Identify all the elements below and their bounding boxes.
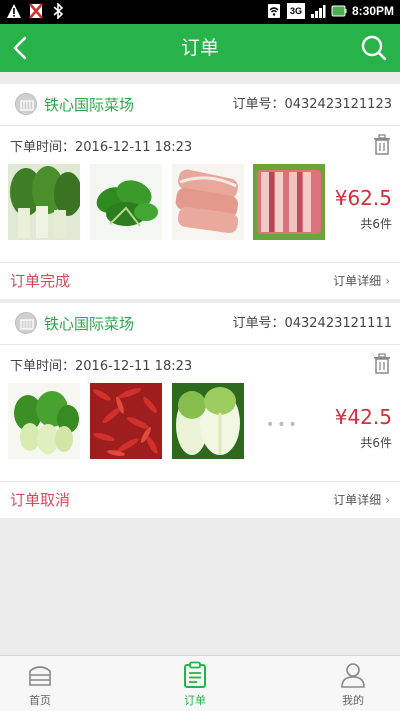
order-status: 订单完成	[10, 272, 71, 290]
shop-logo	[15, 312, 37, 334]
order-detail-label: 订单详细	[333, 274, 382, 288]
wifi-icon	[266, 3, 282, 19]
order-price: ¥62.5	[334, 186, 392, 210]
order-item-count: 共6件	[360, 436, 392, 450]
user-icon	[341, 663, 365, 688]
order-item-count: 共6件	[360, 217, 392, 231]
order-status: 订单取消	[10, 491, 71, 509]
nav-bar: 订单	[0, 24, 400, 72]
order-card: 铁心国际菜场 订单号：0432423121123 下单时间：2016-12-11…	[0, 84, 400, 299]
tab-profile[interactable]: 我的	[313, 656, 393, 711]
order-time: 下单时间：2016-12-11 18:23	[10, 359, 193, 374]
order-card-header: 铁心国际菜场 订单号：0432423121123	[0, 84, 400, 126]
trash-icon	[374, 353, 390, 374]
order-detail-link[interactable]: 订单详细 ›	[333, 263, 390, 299]
product-thumb-chinese-cabbage[interactable]	[8, 164, 80, 240]
more-items-indicator: •••	[266, 417, 300, 433]
order-time: 下单时间：2016-12-11 18:23	[10, 140, 193, 155]
tab-home[interactable]: 首页	[0, 656, 80, 711]
product-thumb-spinach[interactable]	[90, 164, 162, 240]
3g-signal-icon: 3G	[286, 3, 305, 19]
product-thumb-bok-choy[interactable]	[8, 383, 80, 459]
shop-logo	[15, 93, 37, 115]
shop-name[interactable]: 铁心国际菜场	[44, 303, 134, 345]
delete-order-button[interactable]	[372, 353, 392, 375]
chevron-right-icon: ›	[385, 274, 390, 288]
bottom-tab-bar: 首页 订单 我的	[0, 655, 400, 711]
status-time: 8:30PM	[351, 4, 394, 18]
chevron-right-icon: ›	[385, 493, 390, 507]
order-card-footer: 订单完成 订单详细 ›	[0, 263, 400, 299]
page-title: 订单	[180, 37, 219, 59]
order-card: 铁心国际菜场 订单号：0432423121111 下单时间：2016-12-11…	[0, 303, 400, 518]
order-number: 订单号：0432423121123	[232, 97, 392, 112]
home-icon	[29, 666, 51, 686]
signal-bars-icon	[310, 3, 326, 19]
shop-name[interactable]: 铁心国际菜场	[44, 84, 134, 126]
tab-label: 我的	[342, 694, 364, 707]
order-card-body[interactable]: 下单时间：2016-12-11 18:23 ¥62.5 共6件	[0, 126, 400, 263]
order-detail-link[interactable]: 订单详细 ›	[333, 482, 390, 518]
order-card-header: 铁心国际菜场 订单号：0432423121111	[0, 303, 400, 345]
order-card-footer: 订单取消 订单详细 ›	[0, 482, 400, 518]
order-price: ¥42.5	[334, 405, 392, 429]
tab-label: 首页	[29, 694, 51, 707]
order-number: 订单号：0432423121111	[232, 316, 392, 331]
tab-label: 订单	[184, 694, 206, 707]
clipboard-icon	[184, 661, 206, 688]
product-thumb-red-chili[interactable]	[90, 383, 162, 459]
warning-icon	[6, 3, 22, 19]
tab-orders[interactable]: 订单	[155, 656, 235, 711]
status-bar: 3G 8:30PM	[0, 0, 400, 24]
delete-order-button[interactable]	[372, 134, 392, 156]
product-thumb-napa-cabbage[interactable]	[172, 383, 244, 459]
search-icon	[361, 35, 387, 61]
product-thumb-pork-loin[interactable]	[172, 164, 244, 240]
no-sim-icon	[28, 3, 44, 19]
product-thumb-pork-ribs[interactable]	[253, 164, 325, 240]
order-card-body[interactable]: 下单时间：2016-12-11 18:23 ••• ¥42.5 共6件	[0, 345, 400, 482]
battery-icon	[331, 3, 347, 19]
bluetooth-icon	[50, 2, 66, 20]
search-button[interactable]	[358, 32, 390, 64]
trash-icon	[374, 134, 390, 155]
order-detail-label: 订单详细	[333, 493, 382, 507]
